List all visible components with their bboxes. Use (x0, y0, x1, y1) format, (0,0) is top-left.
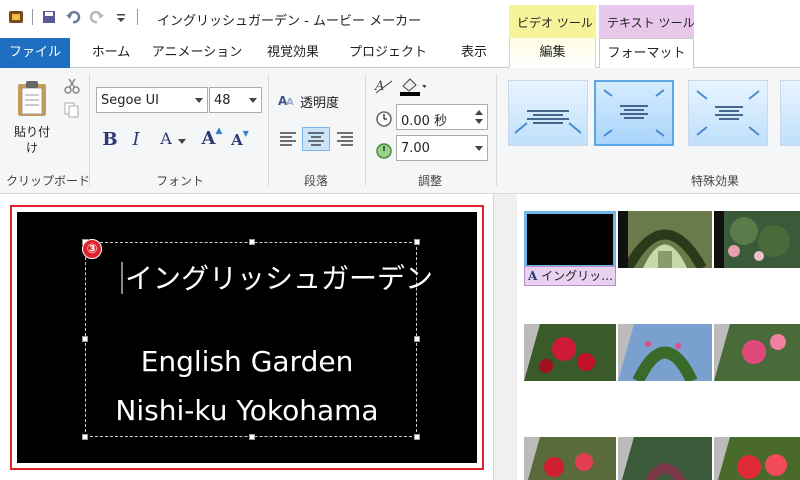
font-size-value: 48 (214, 93, 231, 108)
svg-text:A: A (286, 97, 294, 108)
svg-text:A: A (374, 79, 384, 94)
clip-thumbnail[interactable] (714, 211, 800, 268)
clip-thumbnail[interactable] (714, 324, 800, 381)
resize-handle[interactable] (249, 239, 255, 245)
pane-splitter[interactable] (493, 194, 517, 480)
group-separator (496, 74, 497, 186)
fill-color-icon[interactable] (398, 76, 427, 96)
clipboard-group-label: クリップボード (6, 174, 91, 188)
font-family-value: Segoe UI (101, 93, 159, 108)
transparency-icon: AA (278, 92, 298, 108)
caption-line-3[interactable]: Nishi-ku Yokohama (17, 394, 477, 427)
start-time-spinner[interactable]: 0.00 秒 (396, 104, 488, 130)
effects-group-label: 特殊効果 (690, 174, 739, 188)
effect-zoom-in[interactable] (508, 80, 588, 146)
preview-highlight-frame: イングリッシュガーデン English Garden Nishi-ku Yoko… (10, 205, 484, 470)
group-separator (89, 74, 90, 186)
resize-handle[interactable] (414, 336, 420, 342)
resize-handle[interactable] (249, 434, 255, 440)
caption-line-2[interactable]: English Garden (17, 345, 477, 378)
group-separator (365, 74, 366, 186)
clip-thumbnail[interactable] (524, 324, 616, 381)
resize-handle[interactable] (82, 434, 88, 440)
video-tools-label: ビデオ ツール (517, 16, 593, 30)
tab-edit[interactable]: 編集 (509, 38, 596, 68)
duration-value: 7.00 (401, 141, 430, 156)
undo-icon[interactable] (65, 9, 81, 25)
preview-pane: イングリッシュガーデン English Garden Nishi-ku Yoko… (0, 194, 493, 480)
video-tools-context: ビデオ ツール (509, 5, 596, 38)
qat-separator (32, 9, 33, 25)
duration-combo[interactable]: 7.00 (396, 135, 488, 161)
clip-thumbnail[interactable] (524, 437, 616, 480)
copy-icon[interactable] (64, 102, 80, 118)
chevron-down-icon[interactable] (195, 98, 203, 103)
font-color-icon[interactable]: A (154, 126, 178, 150)
effect-zoom-in-center[interactable] (594, 80, 674, 146)
align-left-icon[interactable] (274, 127, 302, 151)
paste-icon[interactable] (16, 80, 48, 118)
clip-thumbnail[interactable] (618, 211, 712, 268)
font-family-combo[interactable]: Segoe UI (96, 87, 208, 113)
background-color-icon[interactable]: A (374, 78, 394, 96)
ribbon-tabs: ファイル ホーム アニメーション 視覚効果 プロジェクト 表示 編集 フォーマッ… (0, 38, 800, 69)
text-tools-label: テキスト ツール (607, 16, 695, 30)
redo-icon[interactable] (89, 9, 105, 25)
cut-icon[interactable] (64, 78, 80, 94)
app-icon[interactable] (8, 9, 24, 25)
caption-line-1[interactable]: イングリッシュガーデン (125, 257, 433, 297)
chevron-down-icon[interactable] (249, 98, 257, 103)
font-size-combo[interactable]: 48 (209, 87, 262, 113)
storyboard-pane: A イングリッ… (517, 194, 800, 480)
text-caption-icon: A (528, 269, 538, 283)
resize-handle[interactable] (414, 239, 420, 245)
window-title: イングリッシュガーデン - ムービー メーカー (157, 14, 422, 29)
paragraph-group-label: 段落 (303, 174, 328, 188)
title-bar: イングリッシュガーデン - ムービー メーカー ビデオ ツール テキスト ツール (0, 0, 800, 38)
effect-next-partial[interactable] (780, 80, 800, 146)
italic-icon[interactable]: I (124, 127, 148, 151)
quick-access-toolbar (8, 9, 138, 25)
shrink-font-icon[interactable]: A ▼ (228, 128, 252, 152)
tab-animation[interactable]: アニメーション (147, 38, 247, 68)
resize-handle[interactable] (414, 434, 420, 440)
step-number-badge: ③ (82, 239, 102, 259)
tab-file[interactable]: ファイル (0, 38, 70, 68)
caption-chip[interactable]: A イングリッ… (524, 266, 616, 286)
customize-qat-icon[interactable] (113, 9, 129, 25)
group-separator (268, 74, 269, 186)
adjust-group-label: 調整 (417, 174, 442, 188)
clip-thumbnail[interactable] (618, 324, 712, 381)
duration-icon (375, 141, 393, 159)
clip-thumbnail[interactable] (714, 437, 800, 480)
bold-icon[interactable]: B (98, 127, 122, 151)
caption-chip-label: イングリッ… (541, 269, 614, 283)
paste-button-label[interactable]: 貼り付け (12, 124, 52, 156)
tab-home[interactable]: ホーム (80, 38, 142, 68)
text-cursor (121, 262, 123, 294)
clip-thumbnail[interactable] (618, 437, 712, 480)
save-icon[interactable] (41, 9, 57, 25)
tab-view[interactable]: 表示 (444, 38, 504, 68)
align-right-icon[interactable] (331, 127, 359, 151)
tab-project[interactable]: プロジェクト (340, 38, 436, 68)
align-center-icon[interactable] (302, 127, 330, 151)
grow-font-icon[interactable]: A ▲ (200, 126, 224, 150)
font-color-dropdown-icon[interactable] (178, 134, 186, 144)
text-tools-context: テキスト ツール (599, 5, 694, 38)
tab-format[interactable]: フォーマット (599, 38, 694, 69)
transparency-label[interactable]: 透明度 (300, 92, 339, 111)
clip-title-selected[interactable] (524, 211, 616, 268)
start-time-value: 0.00 秒 (401, 114, 448, 129)
spinner-arrows-icon[interactable] (474, 108, 484, 126)
chevron-down-icon[interactable] (475, 146, 483, 151)
tab-visual-effects[interactable]: 視覚効果 (255, 38, 331, 68)
resize-handle[interactable] (82, 336, 88, 342)
qat-separator-2 (137, 9, 138, 25)
video-preview[interactable]: イングリッシュガーデン English Garden Nishi-ku Yoko… (17, 212, 477, 463)
ribbon: 貼り付け クリップボード Segoe UI 48 B I A A ▲ A ▼ フォン… (0, 68, 800, 194)
start-time-icon (375, 109, 393, 127)
effect-zoom-out[interactable] (688, 80, 768, 146)
font-group-label: フォント (155, 174, 204, 188)
